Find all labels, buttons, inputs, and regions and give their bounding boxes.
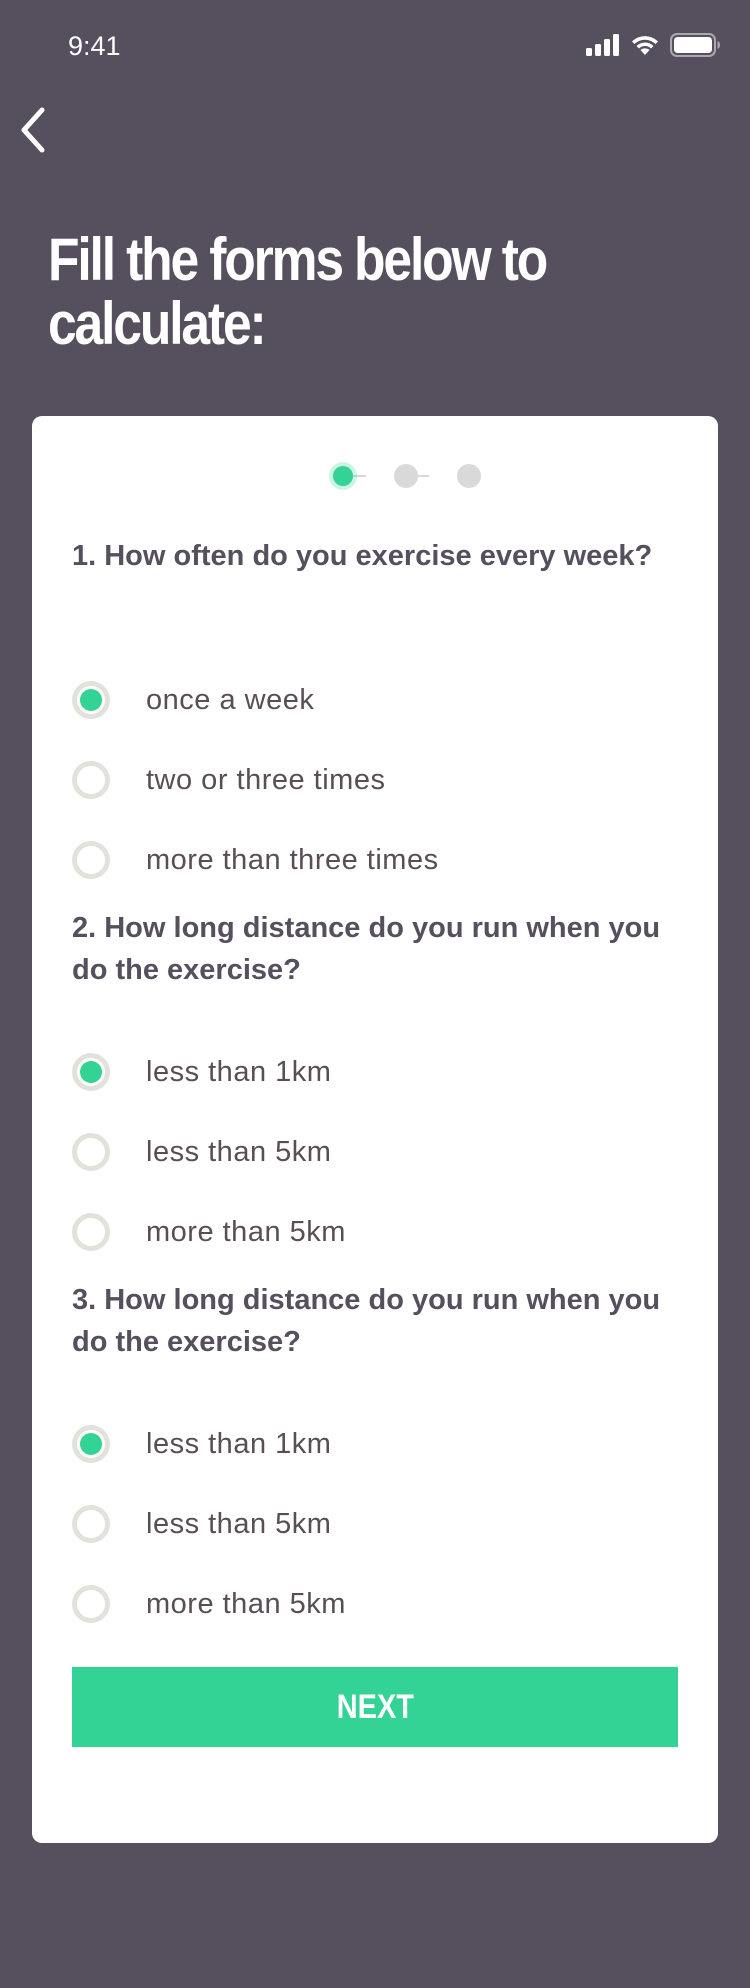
form-card: 1. How often do you exercise every week?… [32,416,718,1843]
radio-button-selected[interactable] [72,1053,110,1091]
radio-button[interactable] [72,761,110,799]
status-icons [586,33,720,57]
option-label: less than 5km [146,1135,332,1168]
option-label: less than 5km [146,1507,332,1540]
q2-option-less-than-5km[interactable]: less than 5km [72,1126,331,1178]
q1-option-two-or-three-times[interactable]: two or three times [72,754,385,806]
option-label: less than 1km [146,1055,332,1088]
radio-button[interactable] [72,1505,110,1543]
radio-button[interactable] [72,841,110,879]
battery-icon [670,33,720,57]
radio-button-selected[interactable] [72,681,110,719]
option-label: more than three times [146,843,439,876]
q2-option-more-than-5km[interactable]: more than 5km [72,1206,346,1258]
next-button[interactable]: NEXT [72,1667,678,1747]
question-1-text: 1. How often do you exercise every week? [72,540,653,572]
option-label: more than 5km [146,1587,346,1620]
q2-option-less-than-1km[interactable]: less than 1km [72,1046,331,1098]
step-indicator-3 [457,464,481,488]
q1-option-once-a-week[interactable]: once a week [72,674,314,726]
option-label: more than 5km [146,1215,346,1248]
progress-stepper [329,462,481,490]
chevron-left-icon [21,107,45,153]
q3-option-less-than-1km[interactable]: less than 1km [72,1418,331,1470]
status-bar: 9:41 [0,0,750,88]
signal-icon [586,34,619,56]
question-3-text: 3. How long distance do you run when you… [72,1284,661,1358]
status-time: 9:41 [68,31,121,61]
question-2-text: 2. How long distance do you run when you… [72,912,661,986]
q1-option-more-than-three-times[interactable]: more than three times [72,834,439,886]
radio-button[interactable] [72,1213,110,1251]
option-label: once a week [146,683,315,716]
option-label: two or three times [146,763,386,796]
radio-button[interactable] [72,1133,110,1171]
page-title: Fill the forms below to calculate: [48,226,548,357]
radio-button[interactable] [72,1585,110,1623]
option-label: less than 1km [146,1427,332,1460]
step-indicator-2 [394,464,418,488]
back-button[interactable] [14,104,58,156]
radio-button-selected[interactable] [72,1425,110,1463]
next-button-label: NEXT [336,1687,414,1726]
q3-option-more-than-5km[interactable]: more than 5km [72,1578,346,1630]
wifi-icon [632,36,658,55]
q3-option-less-than-5km[interactable]: less than 5km [72,1498,331,1550]
